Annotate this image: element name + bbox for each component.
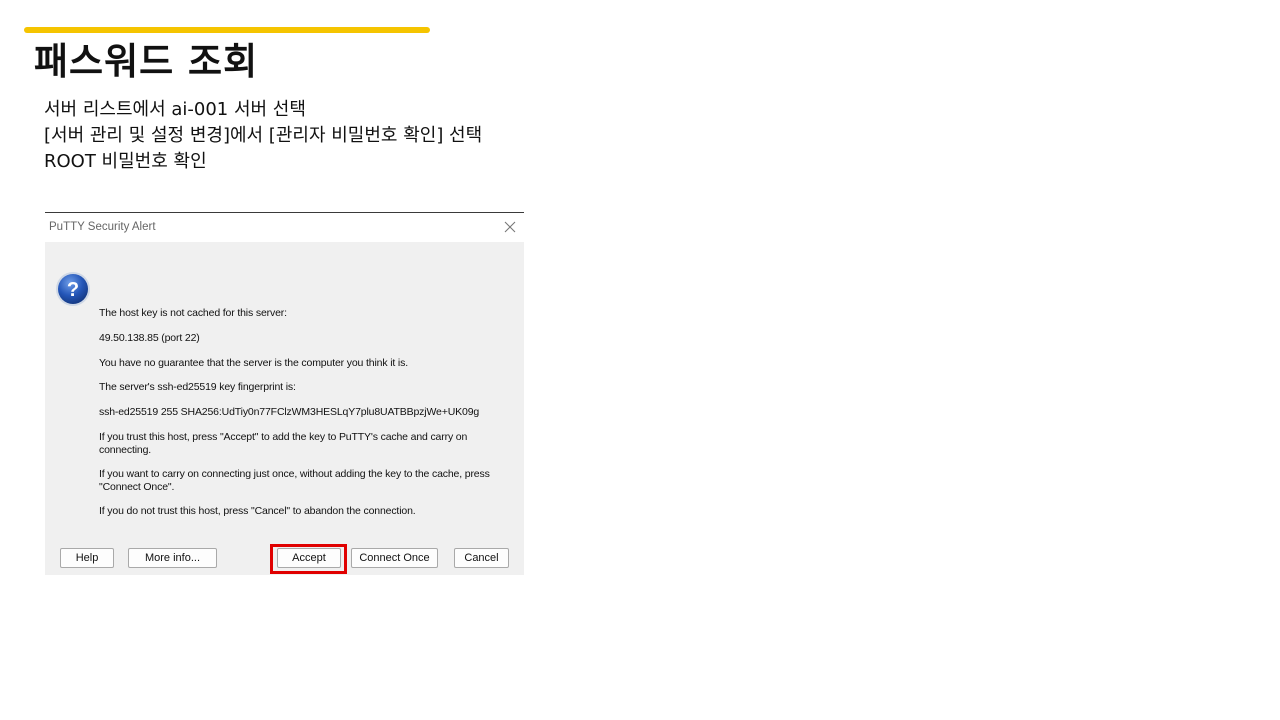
connect-once-button[interactable]: Connect Once (351, 548, 438, 568)
putty-security-alert-dialog: PuTTY Security Alert ? The host key is n (45, 212, 524, 575)
fingerprint-text: ssh-ed25519 255 SHA256:UdTiy0n77FClzWM3H… (99, 406, 480, 418)
dialog-title: PuTTY Security Alert (49, 221, 156, 233)
slide-title: 패스워드 조회 (34, 40, 259, 83)
instruction-line: [서버 관리 및 설정 변경]에서 [관리자 비밀번호 확인] 선택 (44, 125, 483, 146)
dialog-message: 49.50.138.85 (port 22) (99, 332, 200, 344)
dialog-message: If you want to carry on connecting just … (99, 468, 490, 493)
svg-text:?: ? (67, 279, 79, 301)
instruction-line: 서버 리스트에서 ai-001 서버 선택 (44, 99, 306, 120)
dialog-message: If you trust this host, press "Accept" t… (99, 431, 468, 456)
question-icon: ? (56, 272, 90, 306)
title-accent-bar (24, 27, 430, 33)
instructions: 서버 리스트에서 ai-001 서버 선택 [서버 관리 및 설정 변경]에서 … (44, 97, 482, 175)
dialog-message: The server's ssh-ed25519 key fingerprint… (99, 381, 296, 393)
dialog-titlebar: PuTTY Security Alert (45, 213, 524, 242)
accept-highlight-box (270, 544, 347, 574)
dialog-message: The host key is not cached for this serv… (99, 307, 287, 319)
instruction-line: ROOT 비밀번호 확인 (44, 151, 207, 172)
dialog-message: You have no guarantee that the server is… (99, 357, 408, 369)
dialog-message: If you do not trust this host, press "Ca… (99, 505, 416, 517)
slide: 패스워드 조회 서버 리스트에서 ai-001 서버 선택 [서버 관리 및 설… (0, 0, 1280, 720)
help-button[interactable]: Help (60, 548, 114, 568)
more-info-button[interactable]: More info... (128, 548, 217, 568)
close-icon (504, 221, 516, 233)
close-button[interactable] (500, 217, 520, 237)
cancel-button[interactable]: Cancel (454, 548, 509, 568)
